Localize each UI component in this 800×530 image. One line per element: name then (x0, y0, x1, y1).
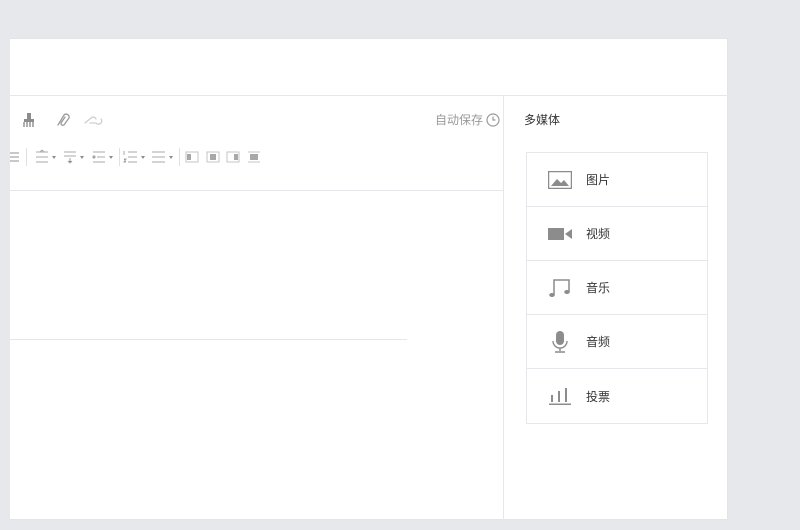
clock-icon (486, 112, 500, 127)
line-height-icon[interactable] (34, 149, 58, 165)
editor-area: 自动保存 (10, 96, 503, 521)
media-item-image[interactable]: 图片 (527, 153, 707, 207)
autosave-label: 自动保存 (434, 113, 483, 127)
media-item-poll[interactable]: 投票 (527, 369, 707, 423)
media-item-label: 投票 (586, 389, 611, 404)
media-item-label: 音频 (586, 335, 611, 349)
paragraph-spacing-icon[interactable] (62, 149, 86, 165)
sidebar-title: 多媒体 (524, 113, 561, 127)
media-item-video[interactable]: 视频 (527, 207, 707, 261)
poll-icon (548, 385, 572, 407)
title-input-area[interactable] (10, 39, 728, 96)
microphone-icon (548, 330, 572, 353)
align-justify-icon[interactable] (10, 149, 20, 165)
media-list: 图片 视频 音乐 音频 投票 (526, 152, 708, 424)
ordered-list-icon[interactable] (123, 149, 147, 165)
toolbar-separator (26, 148, 27, 166)
toolbar-row-2 (10, 147, 503, 167)
media-item-label: 视频 (586, 227, 611, 241)
align-full-icon[interactable] (247, 149, 261, 165)
indent-icon[interactable] (91, 149, 115, 165)
link-icon[interactable] (54, 112, 72, 128)
unordered-list-icon[interactable] (151, 149, 175, 165)
content-divider (10, 339, 407, 340)
align-right-icon[interactable] (226, 149, 240, 165)
align-left-icon[interactable] (185, 149, 199, 165)
image-icon (548, 169, 572, 191)
clear-format-icon[interactable] (22, 112, 36, 128)
toolbar-separator (119, 148, 120, 166)
toolbar-separator (179, 148, 180, 166)
editor-toolbar: 自动保存 (10, 96, 503, 191)
toolbar-row-1: 自动保存 (10, 110, 503, 130)
editor-panel: 自动保存 多媒体 图片 视频 音乐 音频 投票 (10, 38, 728, 521)
align-center-icon[interactable] (206, 149, 220, 165)
video-icon (548, 223, 572, 245)
media-item-audio[interactable]: 音频 (527, 315, 707, 369)
media-item-label: 音乐 (586, 281, 611, 295)
unlink-icon[interactable] (82, 112, 104, 128)
music-icon (548, 277, 572, 299)
autosave-indicator: 自动保存 (435, 111, 500, 128)
multimedia-sidebar: 多媒体 图片 视频 音乐 音频 投票 (503, 96, 728, 521)
media-item-label: 图片 (586, 173, 611, 187)
media-item-music[interactable]: 音乐 (527, 261, 707, 315)
